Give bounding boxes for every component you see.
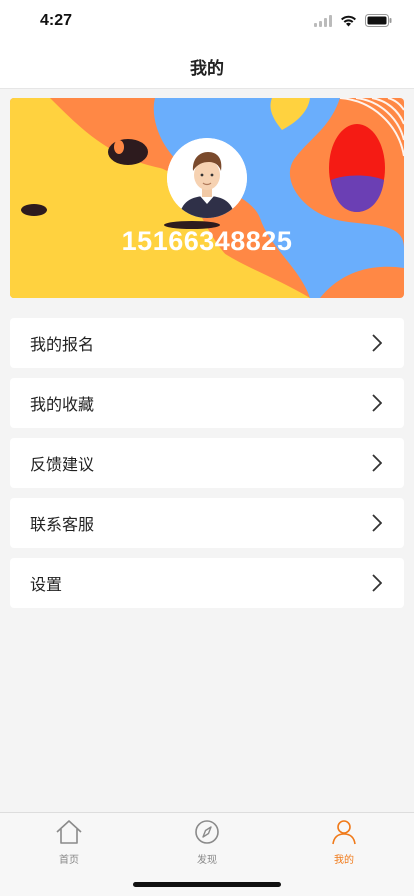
menu-item-label: 我的收藏 [30, 395, 95, 414]
menu-item-feedback[interactable]: 反馈建议 [10, 438, 404, 488]
page-title: 我的 [190, 58, 224, 79]
tab-label: 发现 [197, 855, 217, 866]
menu-item-my-favorites[interactable]: 我的收藏 [10, 378, 404, 428]
wifi-icon [341, 15, 356, 26]
compass-icon [195, 820, 219, 844]
chevron-right-icon [372, 574, 382, 592]
user-avatar-image [167, 138, 247, 218]
chevron-right-icon [372, 454, 382, 472]
menu-item-my-registrations[interactable]: 我的报名 [10, 318, 404, 368]
status-icons [314, 14, 392, 27]
battery-icon [365, 14, 392, 27]
tab-home[interactable]: 首页 [29, 819, 109, 866]
menu-item-label: 反馈建议 [30, 455, 95, 474]
tab-label: 我的 [334, 855, 354, 866]
menu-item-settings[interactable]: 设置 [10, 558, 404, 608]
chevron-right-icon [372, 334, 382, 352]
chevron-right-icon [372, 394, 382, 412]
status-time: 4:27 [40, 12, 73, 29]
profile-banner: 15166348825 [10, 98, 404, 298]
user-phone-number: 15166348825 [121, 226, 293, 256]
menu-item-label: 联系客服 [30, 515, 95, 534]
menu-item-contact-support[interactable]: 联系客服 [10, 498, 404, 548]
tab-label: 首页 [59, 855, 79, 866]
home-icon [56, 820, 82, 844]
chevron-right-icon [372, 514, 382, 532]
home-indicator [133, 882, 281, 887]
menu-item-label: 设置 [30, 575, 63, 594]
menu-item-label: 我的报名 [30, 335, 95, 354]
user-icon [332, 820, 356, 845]
status-bar: 4:27 [0, 0, 414, 44]
tab-mine[interactable]: 我的 [304, 819, 384, 866]
navigation-bar: 我的 [0, 44, 414, 89]
avatar[interactable] [167, 138, 247, 218]
tab-discover[interactable]: 发现 [167, 819, 247, 866]
signal-icon [314, 14, 332, 27]
